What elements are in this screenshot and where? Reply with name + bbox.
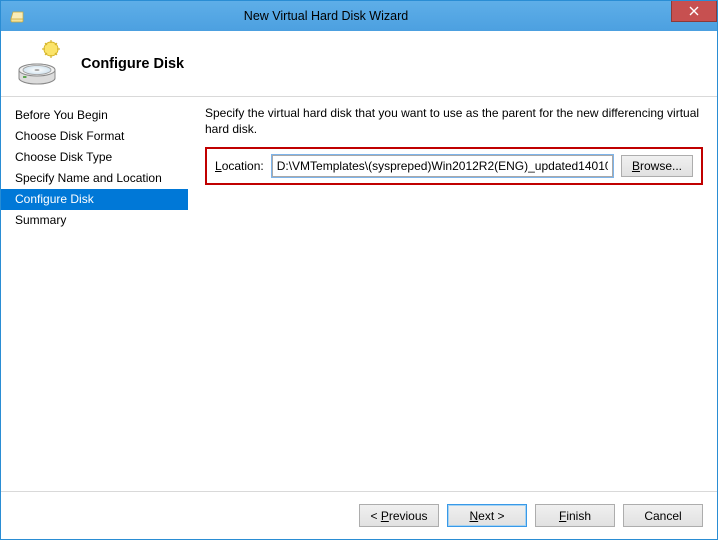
previous-button[interactable]: < Previous <box>359 504 439 527</box>
page-heading: Configure Disk <box>81 56 184 72</box>
sidebar-item-summary[interactable]: Summary <box>1 210 188 231</box>
sidebar-item-before-you-begin[interactable]: Before You Begin <box>1 105 188 126</box>
content-pane: Specify the virtual hard disk that you w… <box>189 97 717 491</box>
location-input[interactable] <box>272 155 613 177</box>
location-label: Location: <box>215 159 264 173</box>
window-title: New Virtual Hard Disk Wizard <box>0 9 671 23</box>
sidebar-item-specify-name-location[interactable]: Specify Name and Location <box>1 168 188 189</box>
wizard-steps-sidebar: Before You Begin Choose Disk Format Choo… <box>1 97 189 491</box>
disk-icon <box>15 40 63 88</box>
finish-button[interactable]: Finish <box>535 504 615 527</box>
close-button[interactable] <box>671 1 717 22</box>
sidebar-item-choose-disk-type[interactable]: Choose Disk Type <box>1 147 188 168</box>
sidebar-item-choose-disk-format[interactable]: Choose Disk Format <box>1 126 188 147</box>
titlebar: New Virtual Hard Disk Wizard <box>1 1 717 31</box>
wizard-header: Configure Disk <box>1 31 717 97</box>
description-text: Specify the virtual hard disk that you w… <box>205 105 703 137</box>
close-icon <box>689 6 699 16</box>
wizard-body: Before You Begin Choose Disk Format Choo… <box>1 97 717 491</box>
location-row: Location: Browse... <box>205 147 703 185</box>
next-button[interactable]: Next > <box>447 504 527 527</box>
sidebar-item-configure-disk[interactable]: Configure Disk <box>1 189 188 210</box>
wizard-footer: < Previous Next > Finish Cancel <box>1 491 717 539</box>
browse-button[interactable]: Browse... <box>621 155 693 177</box>
cancel-button[interactable]: Cancel <box>623 504 703 527</box>
wizard-window: New Virtual Hard Disk Wizard <box>0 0 718 540</box>
